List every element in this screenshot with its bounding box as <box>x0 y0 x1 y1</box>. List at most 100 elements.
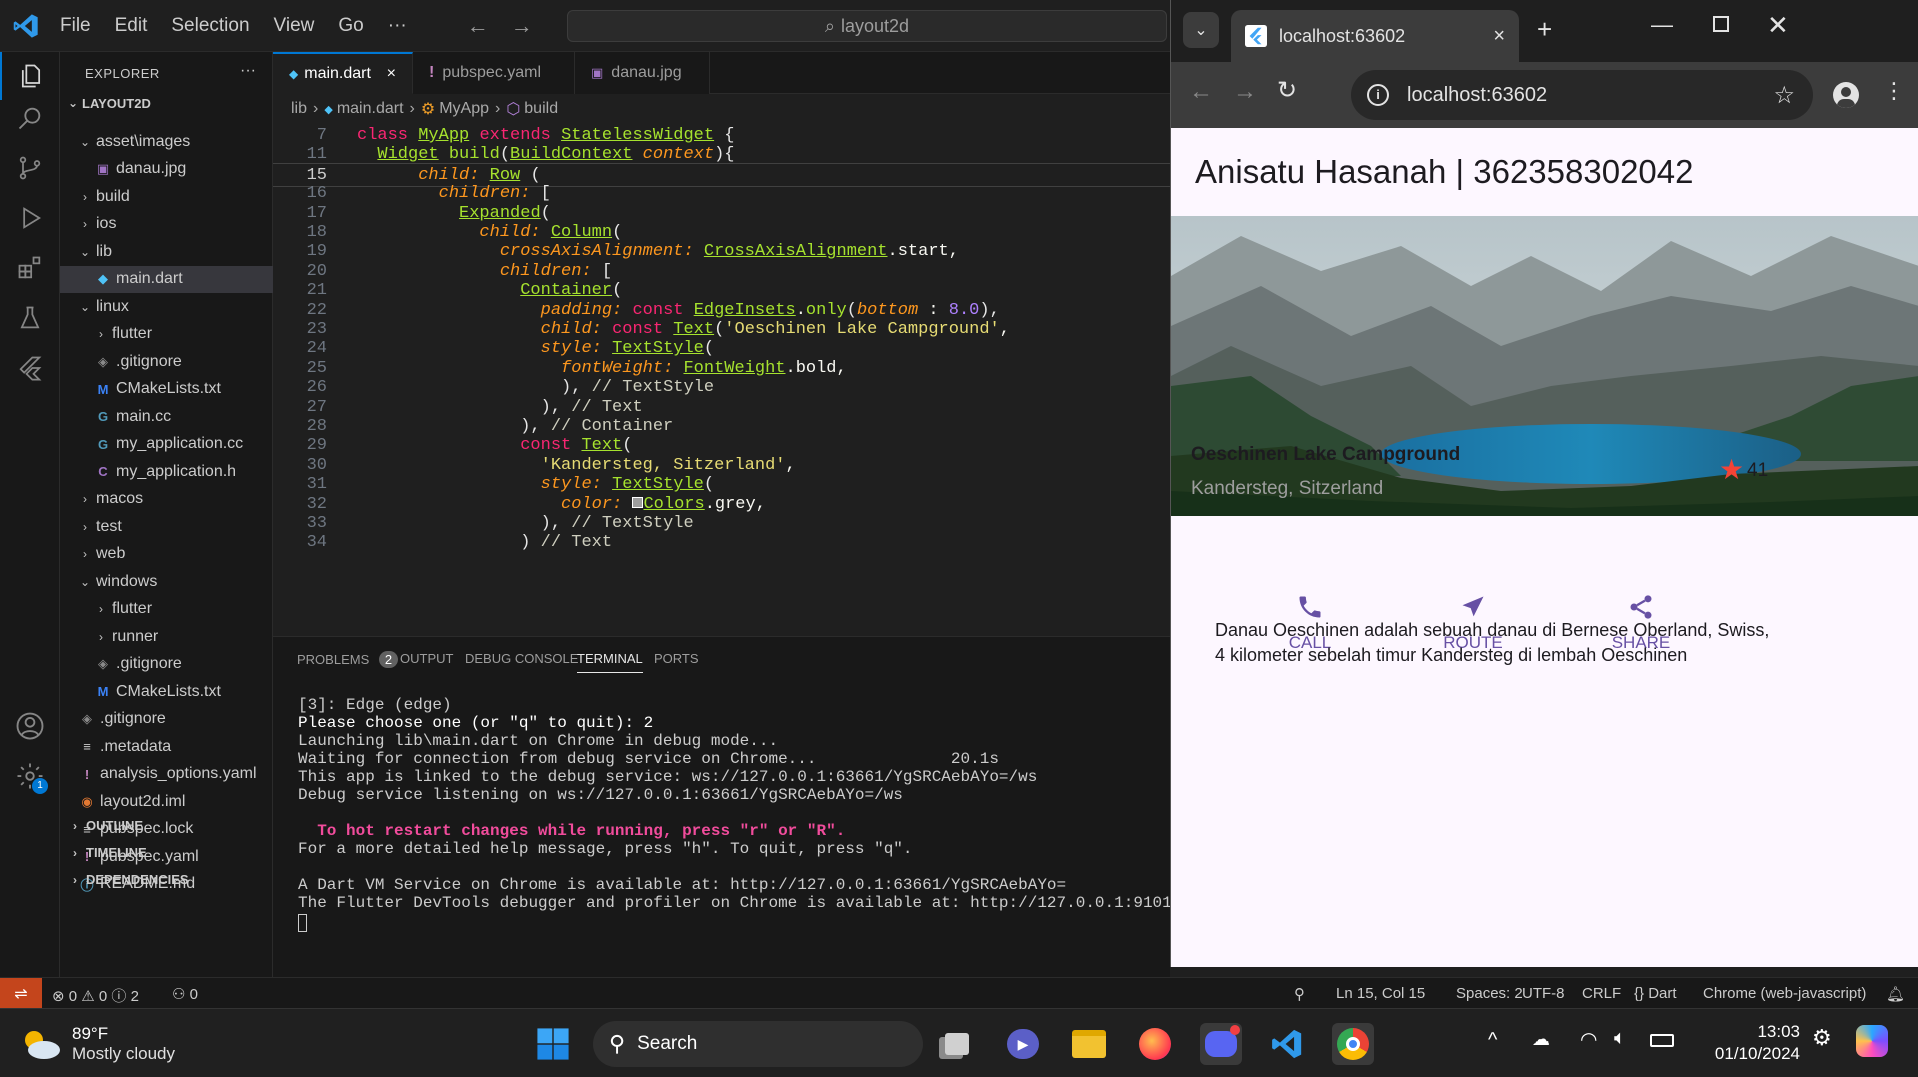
file-tree-item[interactable]: ⌄ lib <box>60 238 273 266</box>
menu-more[interactable]: ··· <box>388 15 407 37</box>
back-arrow-icon[interactable]: ← <box>467 13 489 39</box>
target-device[interactable]: Chrome (web-javascript) <box>1703 985 1866 1002</box>
panel-tab-debug-console[interactable]: DEBUG CONSOLE <box>465 651 578 666</box>
breadcrumb-method[interactable]: build <box>524 100 558 118</box>
testing-icon[interactable] <box>12 300 48 336</box>
file-tree-item[interactable]: Gmy_application.cc <box>60 431 273 459</box>
notification-settings-icon[interactable]: ⚙ <box>1812 1025 1832 1051</box>
file-tree-item[interactable]: Gmain.cc <box>60 403 273 431</box>
notifications-bell-icon[interactable]: 🔔︎ <box>1886 985 1905 1003</box>
file-tree-item[interactable]: › test <box>60 513 273 541</box>
tab-main-dart[interactable]: ◆ main.dart × <box>273 52 413 94</box>
breadcrumb-lib[interactable]: lib <box>291 100 307 118</box>
manage-gear-icon[interactable]: 1 <box>12 758 48 794</box>
close-tab-icon[interactable]: × <box>387 65 396 83</box>
weather-widget[interactable]: 89°F Mostly cloudy <box>20 1019 175 1069</box>
reload-icon[interactable]: ↻ <box>1277 76 1297 105</box>
code-editor[interactable]: 7 class MyApp extends StatelessWidget {11… <box>273 124 1170 636</box>
panel-tab-terminal[interactable]: TERMINAL <box>577 651 643 673</box>
indentation[interactable]: Spaces: 2 <box>1456 985 1523 1002</box>
forward-icon[interactable]: → <box>1233 78 1257 106</box>
site-info-icon[interactable]: i <box>1367 84 1389 106</box>
battery-icon[interactable] <box>1650 1034 1674 1047</box>
profile-avatar[interactable] <box>1833 82 1859 108</box>
close-window-icon[interactable]: ✕ <box>1767 10 1789 41</box>
cloud-sync-icon[interactable]: ☁ <box>1532 1029 1550 1050</box>
meet-camera-icon[interactable]: ▶ <box>1002 1023 1044 1065</box>
volume-icon[interactable]: 🔈︎ <box>1614 1027 1626 1050</box>
breadcrumb-file[interactable]: main.dart <box>337 100 404 118</box>
file-tree-item[interactable]: ! analysis_options.yaml <box>60 761 273 789</box>
windows-start-icon[interactable] <box>532 1023 574 1065</box>
zoom-icon[interactable]: ⚲ <box>1294 985 1305 1003</box>
maximize-icon[interactable] <box>1713 16 1729 32</box>
file-tree-item[interactable]: › flutter <box>60 596 273 624</box>
terminal-output[interactable]: [3]: Edge (edge) Please choose one (or "q… <box>298 696 1229 932</box>
menu-file[interactable]: File <box>60 15 91 37</box>
chevron-up-icon[interactable]: ^ <box>1488 1029 1497 1052</box>
language-mode[interactable]: {} Dart <box>1634 985 1677 1002</box>
close-tab-icon[interactable]: × <box>1493 25 1505 48</box>
problems-status[interactable]: ⊗ 0 ⚠ 0 ⓘ 2 <box>52 985 139 1006</box>
file-tree-item[interactable]: M CMakeLists.txt <box>60 678 273 706</box>
menu-view[interactable]: View <box>274 15 315 37</box>
panel-tab-ports[interactable]: PORTS <box>654 651 699 666</box>
ports-status[interactable]: ⚇ 0 <box>172 985 198 1003</box>
file-tree-item[interactable]: M CMakeLists.txt <box>60 376 273 404</box>
file-explorer-icon[interactable] <box>1068 1023 1110 1065</box>
wifi-icon[interactable]: ◠ <box>1580 1027 1597 1052</box>
remote-icon[interactable]: ⇌ <box>0 978 42 1009</box>
firefox-icon[interactable] <box>1134 1023 1176 1065</box>
chrome-tab[interactable]: localhost:63602 × <box>1231 10 1519 62</box>
task-view-icon[interactable] <box>936 1023 978 1065</box>
project-header[interactable]: ⌄ LAYOUT2D <box>66 89 151 117</box>
clock[interactable]: 13:03 01/10/2024 <box>1700 1021 1800 1065</box>
file-tree-item[interactable]: ◈ .gitignore <box>60 651 273 679</box>
forward-arrow-icon[interactable]: → <box>511 13 533 39</box>
menu-go[interactable]: Go <box>338 15 363 37</box>
file-tree-item[interactable]: › macos <box>60 486 273 514</box>
chrome-taskbar-icon[interactable] <box>1332 1023 1374 1065</box>
explorer-icon[interactable] <box>0 52 60 100</box>
file-tree-item[interactable]: ◈ .gitignore <box>60 706 273 734</box>
extensions-icon[interactable] <box>12 250 48 286</box>
file-tree-item[interactable]: › flutter <box>60 321 273 349</box>
taskbar-search-box[interactable]: ⚲ Search <box>593 1021 923 1067</box>
file-tree-item[interactable]: ▣ danau.jpg <box>60 156 273 184</box>
minimize-icon[interactable]: — <box>1651 12 1673 38</box>
breadcrumb-class[interactable]: MyApp <box>439 100 489 118</box>
file-tree-item[interactable]: ⌄ asset\images <box>60 128 273 156</box>
encoding[interactable]: UTF-8 <box>1522 985 1565 1002</box>
file-tree-item[interactable]: ≡ .metadata <box>60 733 273 761</box>
tab-danau-jpg[interactable]: ▣ danau.jpg <box>575 52 710 94</box>
command-center-search[interactable]: ⌕ layout2d <box>567 10 1167 42</box>
copilot-icon[interactable] <box>1856 1025 1888 1057</box>
back-icon[interactable]: ← <box>1189 78 1213 106</box>
code-line[interactable]: 34 ) // Text <box>273 531 1170 555</box>
cursor-position[interactable]: Ln 15, Col 15 <box>1336 985 1425 1002</box>
bookmark-star-icon[interactable]: ☆ <box>1773 81 1795 110</box>
file-tree-item[interactable]: ◈ .gitignore <box>60 348 273 376</box>
run-debug-icon[interactable] <box>12 200 48 236</box>
chrome-menu-icon[interactable]: ⋮ <box>1883 78 1905 104</box>
file-tree-item[interactable]: ◆ main.dart <box>60 265 273 293</box>
explorer-more-button[interactable]: ··· <box>240 62 256 80</box>
file-tree-item[interactable]: › web <box>60 541 273 569</box>
file-tree-item[interactable]: ⌄ windows <box>60 568 273 596</box>
panel-tab-output[interactable]: OUTPUT <box>400 651 453 666</box>
new-tab-icon[interactable]: + <box>1537 14 1552 45</box>
source-control-icon[interactable] <box>12 150 48 186</box>
file-tree-item[interactable]: › runner <box>60 623 273 651</box>
menu-selection[interactable]: Selection <box>171 15 249 37</box>
search-sidebar-icon[interactable] <box>12 100 48 136</box>
file-tree-item[interactable]: › build <box>60 183 273 211</box>
flutter-sidebar-icon[interactable] <box>12 350 48 386</box>
discord-icon[interactable] <box>1200 1023 1242 1065</box>
outline-section[interactable]: › OUTLINE <box>60 812 273 839</box>
file-tree-item[interactable]: ⌄ linux <box>60 293 273 321</box>
file-tree-item[interactable]: Cmy_application.h <box>60 458 273 486</box>
dependencies-section[interactable]: › DEPENDENCIES <box>60 866 273 893</box>
timeline-section[interactable]: › TIMELINE <box>60 839 273 866</box>
line-ending[interactable]: CRLF <box>1582 985 1621 1002</box>
tab-search-button[interactable]: ⌄ <box>1183 12 1219 48</box>
